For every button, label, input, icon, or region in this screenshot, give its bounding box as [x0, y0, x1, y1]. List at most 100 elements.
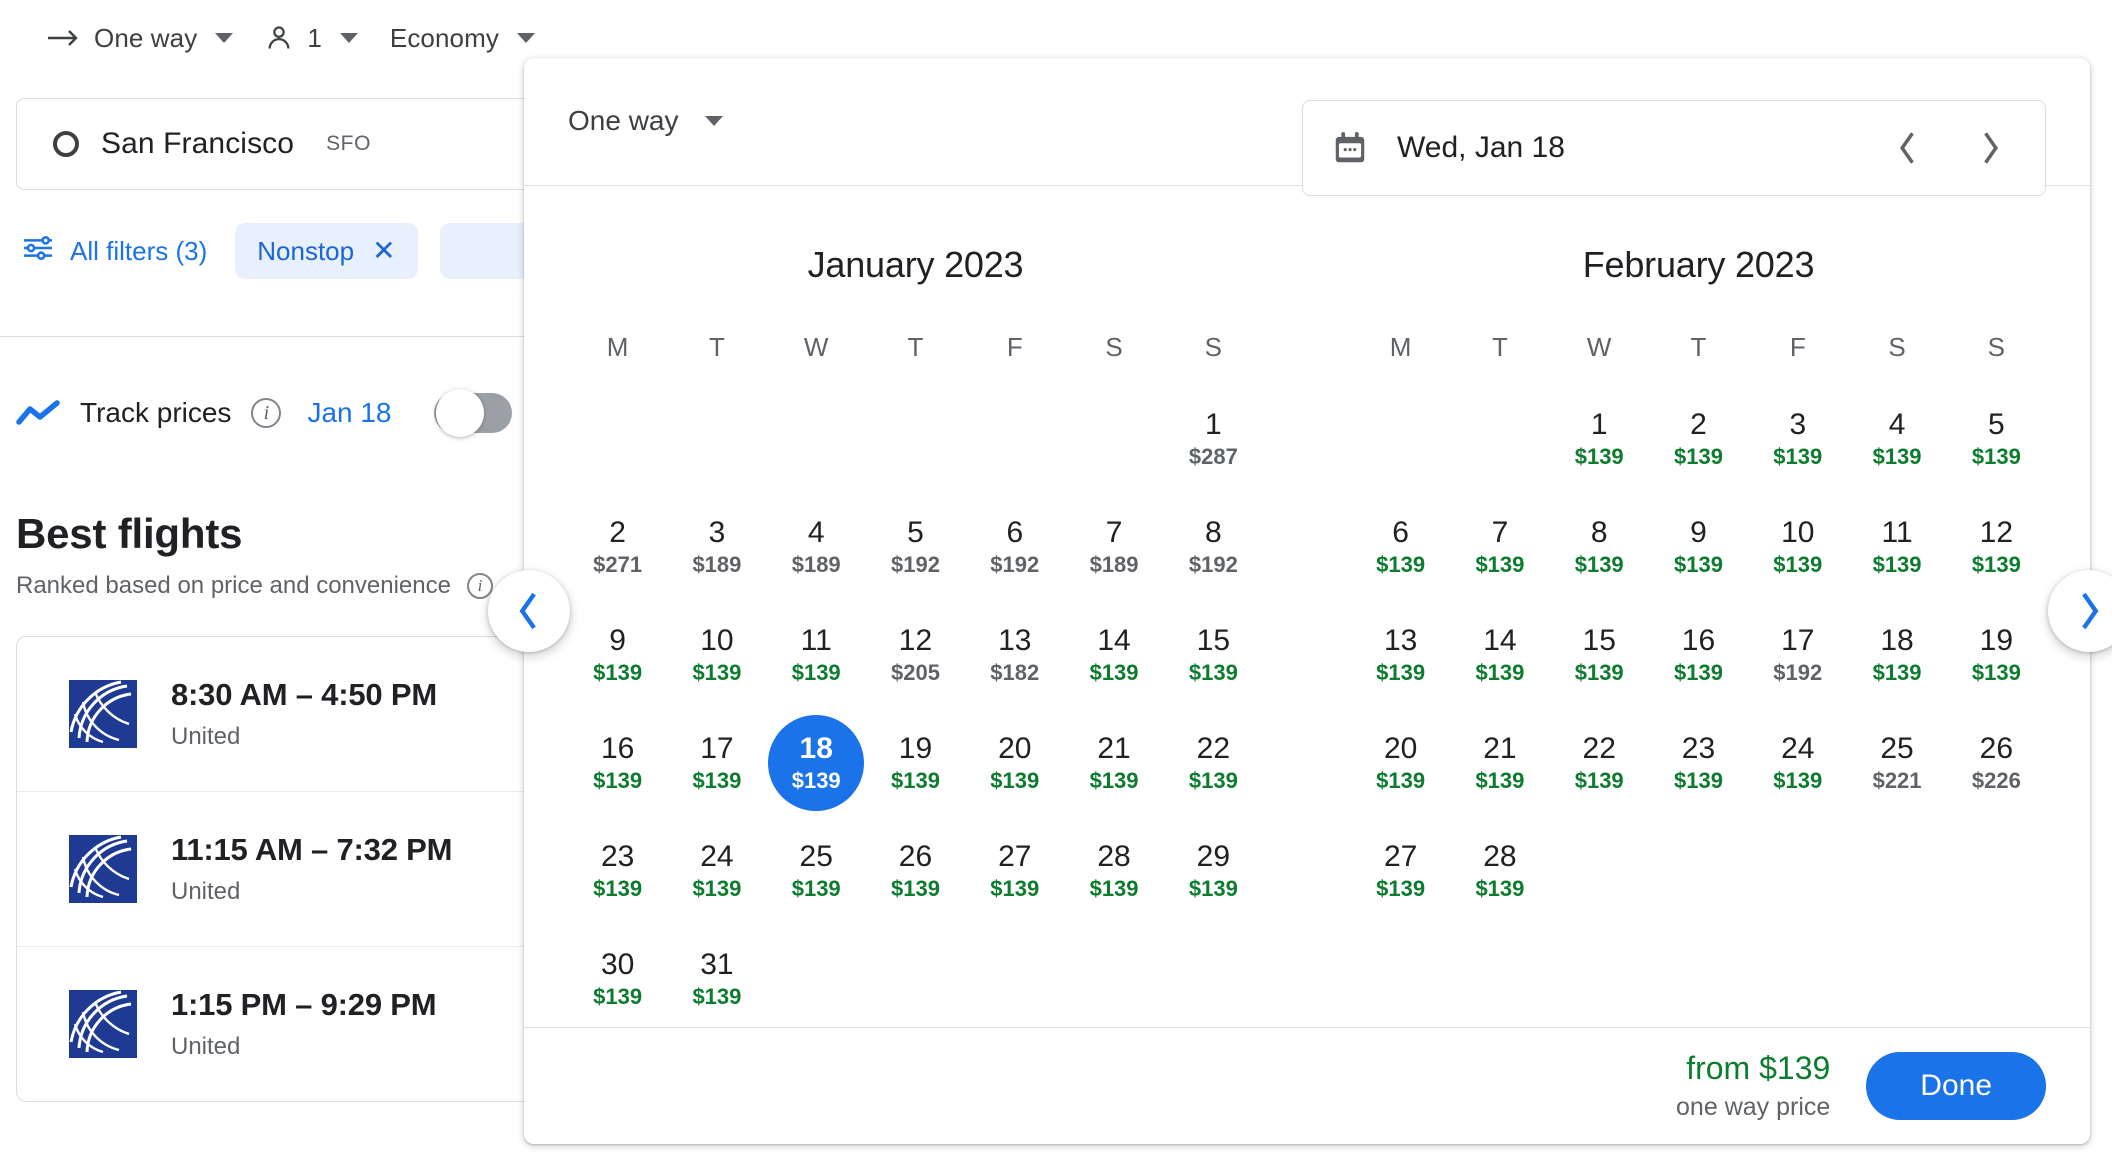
departure-date-input[interactable]: Wed, Jan 18: [1302, 100, 2046, 196]
day-cell[interactable]: 30$139: [568, 931, 667, 1027]
day-cell-selected[interactable]: 18$139: [767, 715, 866, 811]
day-cell[interactable]: 5$192: [866, 499, 965, 595]
previous-date-button[interactable]: [1881, 121, 1935, 175]
trip-type-selector[interactable]: One way: [30, 12, 249, 64]
all-filters-button[interactable]: All filters (3): [16, 234, 213, 269]
day-cell[interactable]: 21$139: [1450, 715, 1549, 811]
day-cell[interactable]: 6$139: [1351, 499, 1450, 595]
day-cell[interactable]: 10$139: [667, 607, 766, 703]
day-number: 8: [1591, 516, 1608, 549]
day-cell[interactable]: 14 $139: [1450, 607, 1549, 703]
day-cell[interactable]: 25$221: [1847, 715, 1946, 811]
day-cell[interactable]: 6$192: [965, 499, 1064, 595]
day-cell[interactable]: 26$226: [1947, 715, 2046, 811]
day-cell[interactable]: 26$139: [866, 823, 965, 919]
done-button[interactable]: Done: [1866, 1052, 2046, 1120]
day-cell[interactable]: 4$189: [767, 499, 866, 595]
flight-search-page: One way 1 Economy San Francisco SFO: [0, 0, 2112, 1156]
cabin-class-selector[interactable]: Economy: [374, 12, 551, 64]
day-cell[interactable]: 29$139: [1164, 823, 1263, 919]
day-cell[interactable]: 1$139: [1550, 391, 1649, 487]
info-icon[interactable]: i: [251, 398, 281, 428]
day-cell[interactable]: 21$139: [1064, 715, 1163, 811]
day-cell[interactable]: 25$139: [767, 823, 866, 919]
one-way-price-label: one way price: [1676, 1093, 1830, 1122]
day-cell[interactable]: 10$139: [1748, 499, 1847, 595]
day-number: 14: [1097, 624, 1130, 657]
day-cell[interactable]: 4$139: [1847, 391, 1946, 487]
previous-page-button[interactable]: [488, 570, 570, 652]
day-cell[interactable]: 8$192: [1164, 499, 1263, 595]
day-cell[interactable]: 24$139: [667, 823, 766, 919]
track-prices-toggle[interactable]: [434, 393, 512, 433]
day-price: $139: [593, 985, 642, 1009]
day-cell[interactable]: 23$139: [568, 823, 667, 919]
origin-code-label: SFO: [326, 132, 371, 156]
day-cell[interactable]: 11$139: [767, 607, 866, 703]
day-cell[interactable]: 2$271: [568, 499, 667, 595]
day-price: $139: [1376, 553, 1425, 577]
day-cell[interactable]: 15$139: [1164, 607, 1263, 703]
day-cell[interactable]: 19$139: [866, 715, 965, 811]
day-price: $139: [692, 985, 741, 1009]
day-cell[interactable]: 27$139: [1351, 823, 1450, 919]
day-cell[interactable]: 13$182: [965, 607, 1064, 703]
date-picker-header: One way Reset Wed, Jan 18: [524, 58, 2090, 186]
day-cell[interactable]: 13$139: [1351, 607, 1450, 703]
next-date-button[interactable]: [1963, 121, 2017, 175]
day-cell[interactable]: 9$139: [1649, 499, 1748, 595]
day-number: 17: [700, 732, 733, 765]
weekday-label: T: [1649, 332, 1748, 363]
day-number: 25: [1880, 732, 1913, 765]
day-price: $139: [1475, 553, 1524, 577]
cabin-class-label: Economy: [390, 23, 499, 54]
day-cell[interactable]: 22$139: [1550, 715, 1649, 811]
day-cell[interactable]: 16$139: [568, 715, 667, 811]
day-cell[interactable]: 5$139: [1947, 391, 2046, 487]
day-cell[interactable]: 23$139: [1649, 715, 1748, 811]
day-number: 4: [808, 516, 825, 549]
passengers-selector[interactable]: 1: [249, 12, 374, 64]
track-prices-label: Track prices: [80, 397, 231, 429]
day-cell[interactable]: 7$189: [1064, 499, 1163, 595]
day-cell[interactable]: 27$139: [965, 823, 1064, 919]
filter-chip-nonstop[interactable]: Nonstop ✕: [235, 223, 417, 279]
day-cell[interactable]: 1$287: [1164, 391, 1263, 487]
track-prices-date[interactable]: Jan 18: [307, 397, 391, 429]
day-cell[interactable]: 12$205: [866, 607, 965, 703]
day-cell[interactable]: 31$139: [667, 931, 766, 1027]
day-price: $192: [891, 553, 940, 577]
close-icon[interactable]: ✕: [372, 237, 395, 265]
day-cell[interactable]: 15$139: [1550, 607, 1649, 703]
info-icon[interactable]: i: [467, 573, 493, 599]
day-cell[interactable]: 28$139: [1450, 823, 1549, 919]
day-cell[interactable]: 20$139: [1351, 715, 1450, 811]
day-cell[interactable]: 22$139: [1164, 715, 1263, 811]
day-cell[interactable]: 18$139: [1847, 607, 1946, 703]
weekday-label: F: [965, 332, 1064, 363]
day-cell[interactable]: 20$139: [965, 715, 1064, 811]
day-cell[interactable]: 12$139: [1947, 499, 2046, 595]
day-cell[interactable]: 3$139: [1748, 391, 1847, 487]
results-subtitle: Ranked based on price and convenience i: [16, 572, 493, 600]
day-number: 17: [1781, 624, 1814, 657]
weekday-header-row: MTWTFSS: [568, 332, 1263, 363]
day-cell[interactable]: 14$139: [1064, 607, 1163, 703]
day-number: 14: [1483, 624, 1516, 657]
day-cell[interactable]: 28$139: [1064, 823, 1163, 919]
day-cell[interactable]: 19$139: [1947, 607, 2046, 703]
day-price: $139: [1475, 661, 1524, 685]
day-cell[interactable]: 2$139: [1649, 391, 1748, 487]
day-cell[interactable]: 8$139: [1550, 499, 1649, 595]
day-cell[interactable]: 7$139: [1450, 499, 1549, 595]
day-cell[interactable]: 11$139: [1847, 499, 1946, 595]
day-cell[interactable]: 17$192: [1748, 607, 1847, 703]
dialog-trip-type-selector[interactable]: One way: [568, 105, 723, 137]
day-cell[interactable]: 3$189: [667, 499, 766, 595]
day-cell[interactable]: 16$139: [1649, 607, 1748, 703]
flight-time: 8:30 AM – 4:50 PM: [171, 677, 437, 713]
day-cell[interactable]: 24$139: [1748, 715, 1847, 811]
day-price: $139: [1674, 769, 1723, 793]
day-cell[interactable]: 17$139: [667, 715, 766, 811]
day-cell[interactable]: 9$139: [568, 607, 667, 703]
